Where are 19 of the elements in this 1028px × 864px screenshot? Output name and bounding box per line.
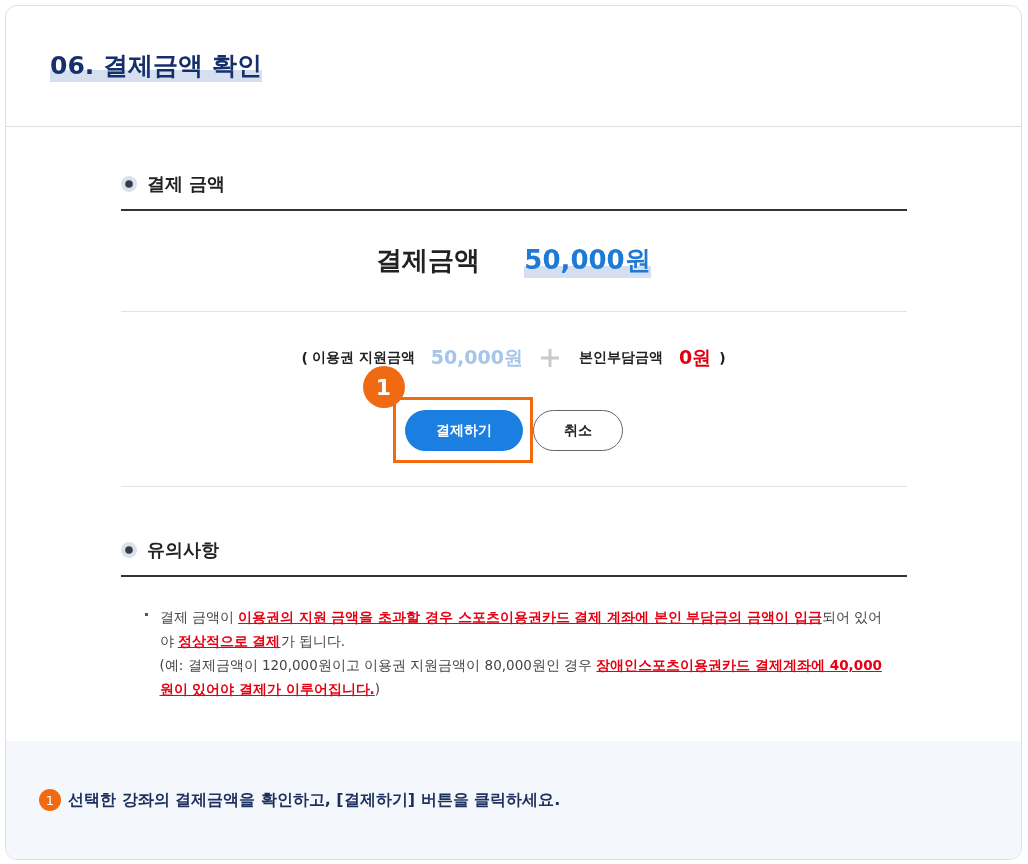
step-badge: 1 (362, 366, 405, 408)
notice-text: 결제 금액이 이용권의 지원 금액을 초과할 경우 스포츠이용권카드 결제 계좌에 본인 부담금의 금액이 입금되어 있어야 정상적으로 결제가 됩니다. (예: 결제금액이 120,000원이고 이용권 지원금액이 80,000원인 경우 장애인스포츠이용권카드 결제계좌에 40,000원이 있어야 결제가 이루어집니다.) (159, 608, 884, 699)
self-pay-label: 본인부담금액 (579, 349, 663, 367)
pay-button[interactable]: 결제하기 (404, 410, 523, 451)
bullet-icon (120, 176, 137, 192)
voucher-label: 이용권 지원금액 (311, 349, 415, 367)
self-pay-amount: 0원 (679, 345, 712, 370)
parenthesis: ( (301, 350, 308, 366)
voucher-amount: 50,000원 (430, 345, 523, 370)
bullet-icon (120, 542, 137, 558)
section-title: 유의사항 (146, 538, 219, 562)
guide-text: 선택한 강좌의 결제금액을 확인하고, [결제하기] 버튼을 클릭하세요. (68, 789, 561, 811)
plus-icon (541, 349, 559, 367)
step-badge: 1 (39, 789, 61, 811)
bullet-icon (144, 613, 148, 616)
section-title: 결제 금액 (146, 172, 225, 196)
total-label: 결제금액 (376, 244, 481, 278)
cancel-button[interactable]: 취소 (532, 410, 623, 451)
parenthesis: ) (719, 350, 726, 366)
